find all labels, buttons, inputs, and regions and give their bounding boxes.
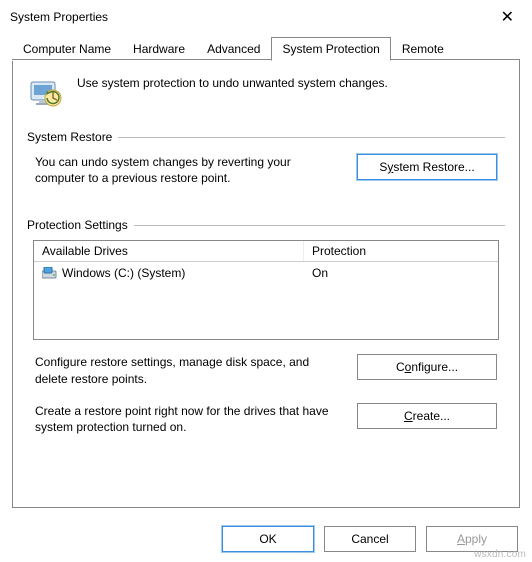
divider (134, 225, 505, 226)
configure-row: Configure restore settings, manage disk … (35, 354, 497, 386)
create-text: Create a restore point right now for the… (35, 403, 341, 435)
tab-system-protection[interactable]: System Protection (271, 37, 390, 61)
system-restore-button[interactable]: System Restore... (357, 154, 497, 180)
drive-status: On (304, 264, 498, 282)
tab-advanced[interactable]: Advanced (196, 37, 271, 61)
system-restore-legend-text: System Restore (27, 130, 112, 144)
system-properties-window: System Properties ✕ Computer Name Hardwa… (0, 0, 532, 562)
table-row[interactable]: Windows (C:) (System) On (34, 262, 498, 284)
header-row: Use system protection to undo unwanted s… (27, 76, 505, 112)
watermark: wsxdn.com (474, 549, 526, 560)
create-row: Create a restore point right now for the… (35, 403, 497, 435)
protection-settings-legend: Protection Settings (27, 218, 505, 232)
system-protection-icon (27, 76, 63, 112)
tab-remote[interactable]: Remote (391, 37, 455, 61)
drives-table[interactable]: Available Drives Protection Windows (C:)… (33, 240, 499, 340)
cancel-button[interactable]: Cancel (324, 526, 416, 552)
ok-button[interactable]: OK (222, 526, 314, 552)
protection-settings-legend-text: Protection Settings (27, 218, 128, 232)
drive-name: Windows (C:) (System) (62, 266, 185, 280)
tab-hardware[interactable]: Hardware (122, 37, 196, 61)
divider (118, 137, 505, 138)
tabstrip: Computer Name Hardware Advanced System P… (0, 36, 532, 60)
system-restore-text: You can undo system changes by reverting… (35, 154, 341, 186)
close-icon[interactable]: ✕ (493, 3, 522, 31)
create-button[interactable]: Create... (357, 403, 497, 429)
system-restore-row: You can undo system changes by reverting… (35, 154, 497, 186)
table-header: Available Drives Protection (34, 241, 498, 262)
header-text: Use system protection to undo unwanted s… (77, 76, 388, 90)
titlebar: System Properties ✕ (0, 0, 532, 34)
system-restore-legend: System Restore (27, 130, 505, 144)
th-drives[interactable]: Available Drives (34, 241, 304, 261)
configure-button[interactable]: Configure... (357, 354, 497, 380)
configure-text: Configure restore settings, manage disk … (35, 354, 341, 386)
th-protection[interactable]: Protection (304, 241, 498, 261)
tab-panel-system-protection: Use system protection to undo unwanted s… (12, 60, 520, 508)
tab-computer-name[interactable]: Computer Name (12, 37, 122, 61)
window-title: System Properties (10, 10, 108, 24)
drive-icon (42, 267, 58, 279)
